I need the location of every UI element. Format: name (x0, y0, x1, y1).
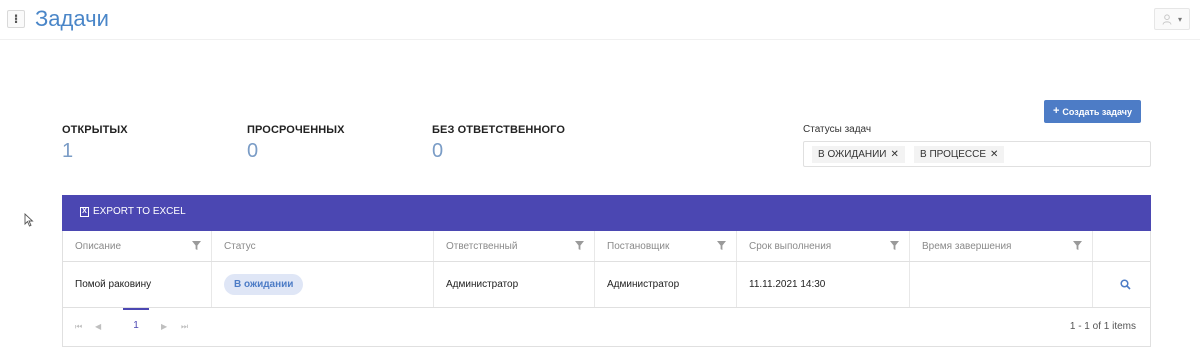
first-page-icon[interactable]: ⏮ (75, 322, 82, 332)
column-header-label: Время завершения (922, 240, 1012, 252)
next-page-icon[interactable]: ▶ (161, 322, 167, 331)
filter-icon[interactable] (890, 241, 899, 250)
column-header-label: Ответственный (446, 240, 518, 252)
top-bar: ⁝ Задачи ▾ (0, 0, 1200, 40)
column-header-status[interactable]: Статус (212, 231, 434, 261)
status-chip-in-progress: В ПРОЦЕССЕ ✕ (914, 146, 1005, 163)
create-task-label: Создать задачу (1062, 106, 1133, 117)
cell-description: Помой раковину (63, 262, 212, 307)
user-menu-button[interactable]: ▾ (1154, 8, 1190, 30)
cell-actions (1093, 262, 1150, 307)
cell-assignee: Администратор (434, 262, 595, 307)
prev-page-icon[interactable]: ◀ (95, 322, 101, 331)
stat-open: ОТКРЫТЫХ 1 (62, 124, 128, 163)
stat-overdue-label: ПРОСРОЧЕННЫХ (247, 124, 345, 136)
column-header-label: Постановщик (607, 240, 670, 252)
user-icon (1162, 13, 1172, 25)
column-header-due[interactable]: Срок выполнения (737, 231, 910, 261)
column-header-actions (1093, 231, 1150, 261)
remove-chip-icon[interactable]: ✕ (890, 149, 898, 160)
filter-icon[interactable] (1073, 241, 1082, 250)
column-header-label: Срок выполнения (749, 240, 832, 252)
export-to-excel-button[interactable]: X EXPORT TO EXCEL (80, 206, 186, 217)
status-filter-label: Статусы задач (803, 124, 872, 135)
stat-unassigned: БЕЗ ОТВЕТСТВЕННОГО 0 (432, 124, 565, 163)
status-badge: В ожидании (224, 274, 304, 295)
status-chip-waiting: В ОЖИДАНИИ ✕ (812, 146, 905, 163)
stat-unassigned-value: 0 (432, 140, 444, 162)
stat-unassigned-label: БЕЗ ОТВЕТСТВЕННОГО (432, 124, 566, 136)
stat-open-label: ОТКРЫТЫХ (62, 124, 128, 136)
cell-creator: Администратор (595, 262, 737, 307)
column-header-assignee[interactable]: Ответственный (434, 231, 595, 261)
tasks-grid: Описание Статус Ответственный Постановщи… (62, 231, 1151, 347)
page-title: Задачи (35, 6, 109, 31)
chevron-down-icon: ▾ (1177, 14, 1182, 24)
column-header-description[interactable]: Описание (63, 231, 212, 261)
cell-due: 11.11.2021 14:30 (737, 262, 910, 307)
remove-chip-icon[interactable]: ✕ (990, 149, 998, 160)
menu-button[interactable]: ⁝ (7, 10, 25, 28)
pager: ⏮ ◀ 1 ▶ ⏭ 1 - 1 of 1 items (63, 308, 1150, 346)
stat-open-value: 1 (62, 140, 74, 162)
mouse-cursor-icon (24, 213, 34, 227)
pager-info: 1 - 1 of 1 items (1069, 321, 1136, 332)
plus-icon: + (1052, 105, 1060, 117)
filter-icon[interactable] (575, 241, 584, 250)
status-filter-multiselect[interactable]: В ОЖИДАНИИ ✕ В ПРОЦЕССЕ ✕ (803, 141, 1151, 167)
table-row[interactable]: Помой раковину В ожидании Администратор … (63, 262, 1150, 308)
page-number-button[interactable]: 1 (123, 308, 149, 336)
search-icon[interactable] (1120, 279, 1131, 290)
stat-overdue-value: 0 (247, 140, 259, 162)
status-chip-label: В ОЖИДАНИИ (818, 149, 887, 160)
column-header-label: Описание (75, 240, 122, 252)
filter-icon[interactable] (192, 241, 201, 250)
export-label: EXPORT TO EXCEL (93, 206, 186, 217)
column-header-completed[interactable]: Время завершения (910, 231, 1093, 261)
kebab-menu-icon: ⁝ (13, 12, 19, 26)
grid-toolbar: X EXPORT TO EXCEL (62, 195, 1151, 231)
status-chip-label: В ПРОЦЕССЕ (920, 149, 987, 160)
create-task-button[interactable]: + Создать задачу (1044, 100, 1141, 123)
column-header-label: Статус (224, 240, 256, 252)
stat-overdue: ПРОСРОЧЕННЫХ 0 (247, 124, 345, 163)
filter-icon[interactable] (717, 241, 726, 250)
last-page-icon[interactable]: ⏭ (181, 322, 188, 332)
excel-icon: X (80, 206, 89, 217)
cell-status: В ожидании (212, 262, 434, 307)
column-header-creator[interactable]: Постановщик (595, 231, 737, 261)
grid-header-row: Описание Статус Ответственный Постановщи… (63, 231, 1150, 262)
cell-completed (910, 262, 1093, 307)
